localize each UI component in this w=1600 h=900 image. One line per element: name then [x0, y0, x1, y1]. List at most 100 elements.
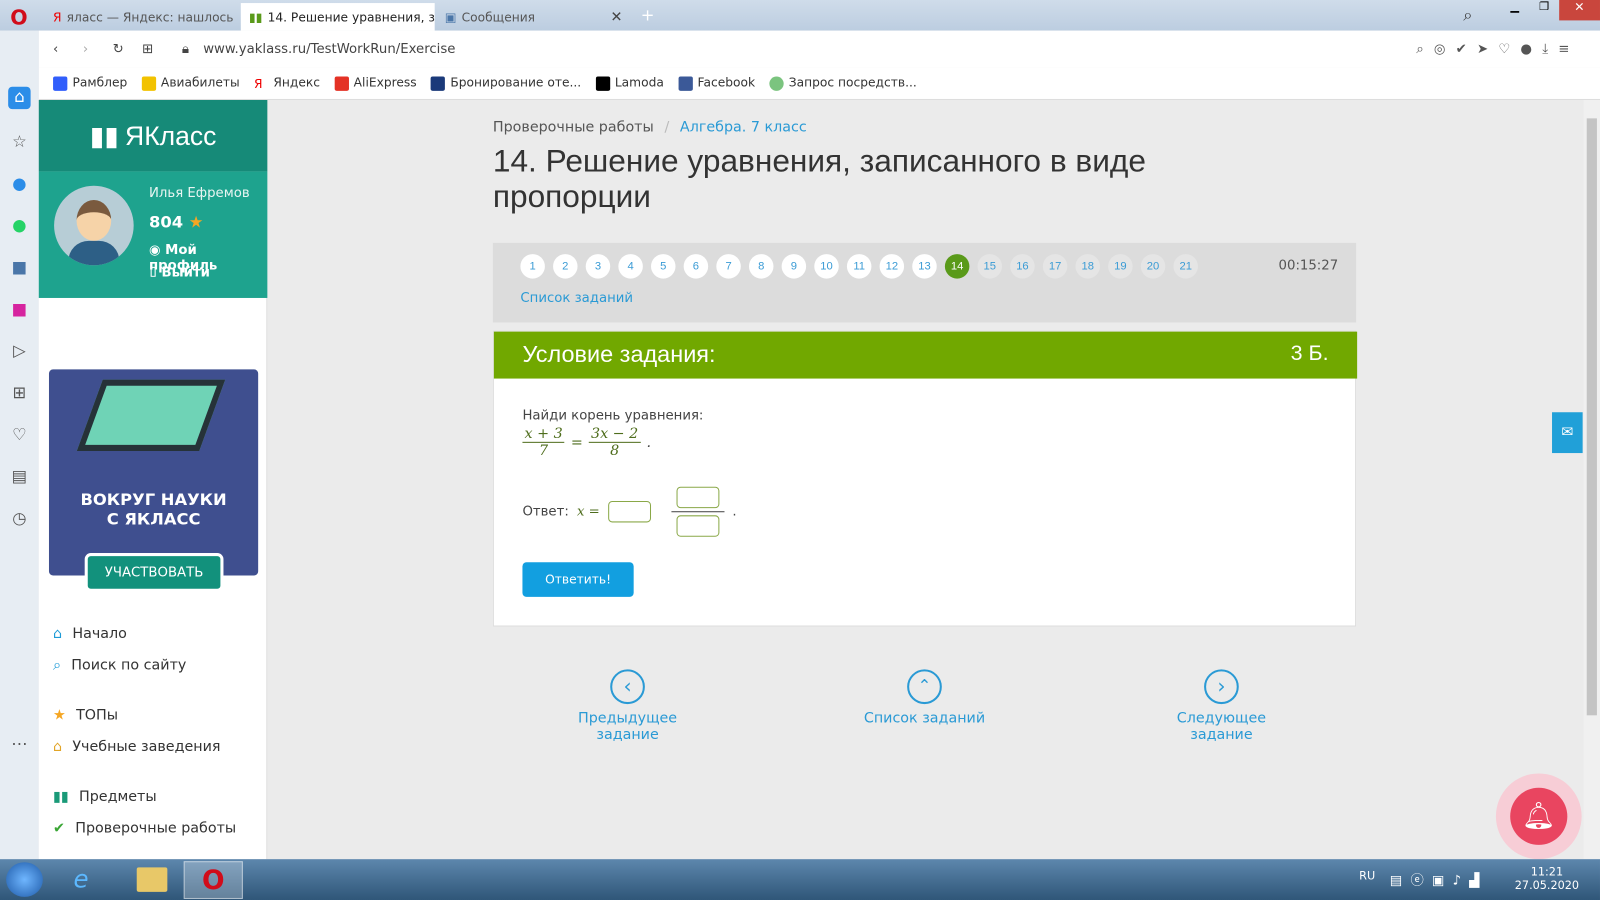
task-number-10[interactable]: 10: [814, 254, 839, 279]
nav-label: Проверочные работы: [75, 820, 237, 837]
nav-tests[interactable]: ✔ Проверочные работы: [53, 820, 236, 836]
task-number-12[interactable]: 12: [879, 254, 905, 279]
news-icon[interactable]: ▤: [12, 466, 27, 485]
forward-icon[interactable]: ›: [83, 41, 88, 56]
tray-icons[interactable]: ▤ⓔ▣♪▟: [1390, 869, 1488, 888]
points: 804 ★: [148, 212, 204, 232]
numerator-input[interactable]: [676, 486, 720, 509]
bookmark[interactable]: AliExpress: [334, 76, 417, 91]
task-number-16[interactable]: 16: [1010, 254, 1035, 279]
chevron-left-icon: ‹: [610, 669, 645, 705]
bookmark[interactable]: Авиабилеты: [141, 76, 240, 91]
task-number-3[interactable]: 3: [585, 254, 611, 279]
history-icon[interactable]: ◷: [12, 508, 26, 527]
nav-search[interactable]: ⌕ Поиск по сайту: [53, 657, 186, 673]
site-logo[interactable]: ▮▮ ЯКласс: [38, 99, 268, 172]
opera-logo-icon[interactable]: O: [10, 5, 27, 29]
promo-banner[interactable]: ВОКРУГ НАУКИ С ЯКЛАСС: [48, 369, 259, 576]
star-icon[interactable]: ☆: [12, 132, 27, 151]
messenger-icon[interactable]: ●: [12, 173, 26, 192]
whatsapp-icon[interactable]: ●: [12, 215, 26, 234]
close-icon[interactable]: ✕: [610, 9, 622, 25]
ie-icon[interactable]: e: [73, 865, 88, 894]
more-icon[interactable]: ⋯: [11, 734, 27, 753]
task-number-6[interactable]: 6: [683, 254, 709, 279]
back-icon[interactable]: ‹: [53, 41, 58, 56]
mail-feedback-button[interactable]: ✉: [1552, 412, 1583, 454]
url-field[interactable]: www.yaklass.ru/TestWorkRun/Exercise: [203, 41, 455, 56]
nav-schools[interactable]: ⌂ Учебные заведения: [53, 739, 220, 755]
equals-sign: =: [570, 434, 583, 451]
task-number-13[interactable]: 13: [912, 254, 937, 279]
send-icon[interactable]: ▷: [13, 341, 26, 360]
task-number-14[interactable]: 14: [944, 254, 970, 279]
task-number-2[interactable]: 2: [553, 254, 578, 279]
task-number-21[interactable]: 21: [1173, 254, 1198, 279]
task-number-17[interactable]: 17: [1042, 254, 1068, 279]
task-list-nav-link[interactable]: ⌃ Список заданий: [857, 669, 992, 727]
scrollbar[interactable]: [1583, 99, 1600, 860]
prev-task-link[interactable]: ‹ Предыдущее задание: [551, 669, 704, 743]
language-indicator[interactable]: RU: [1359, 869, 1375, 882]
nav-label: Начало: [72, 625, 127, 642]
date: 27.05.2020: [1514, 878, 1580, 892]
task-list-link[interactable]: Список заданий: [520, 291, 633, 306]
tab-messages[interactable]: ▣ Сообщения ✕: [437, 3, 631, 31]
opera-taskbar-icon[interactable]: O: [183, 861, 243, 899]
bookmark[interactable]: Я Яндекс: [254, 76, 320, 91]
tab-exercise[interactable]: ▮▮14. Решение уравнения, з✕: [240, 3, 435, 31]
start-button[interactable]: [6, 862, 43, 897]
breadcrumb-item[interactable]: Проверочные работы: [493, 119, 654, 135]
logout-link[interactable]: ⌷ Выйти: [149, 265, 210, 280]
task-number-18[interactable]: 18: [1075, 254, 1100, 279]
breadcrumb-item[interactable]: Алгебра. 7 класс: [680, 119, 807, 135]
speed-dial-icon[interactable]: ⊞: [142, 41, 153, 56]
grid-icon[interactable]: ⊞: [13, 383, 27, 402]
task-number-11[interactable]: 11: [846, 254, 872, 279]
windows-taskbar: e O RU ▤ⓔ▣♪▟ 11:21 27.05.2020: [0, 859, 1600, 900]
nav-subjects[interactable]: ▮▮ Предметы: [53, 789, 157, 805]
bookmark[interactable]: Facebook: [678, 76, 755, 91]
notification-button[interactable]: 🔔︎: [1495, 773, 1582, 860]
denominator-input[interactable]: [676, 515, 720, 537]
whole-part-input[interactable]: [607, 501, 651, 523]
task-number-15[interactable]: 15: [977, 254, 1003, 279]
next-task-link[interactable]: › Следующее задание: [1145, 669, 1298, 743]
search-icon: ⌕: [53, 657, 62, 674]
nav-tops[interactable]: ★ ТОПы: [53, 707, 118, 723]
home-icon: ⌂: [53, 625, 63, 642]
maximize-button[interactable]: ❐: [1529, 0, 1558, 20]
clock[interactable]: 11:21 27.05.2020: [1514, 865, 1579, 892]
task-number-5[interactable]: 5: [651, 254, 676, 279]
task-number-7[interactable]: 7: [716, 254, 741, 279]
star-icon: ★: [53, 707, 66, 724]
close-window-button[interactable]: ✕: [1558, 0, 1600, 21]
participate-button[interactable]: УЧАСТВОВАТЬ: [84, 553, 224, 592]
task-number-8[interactable]: 8: [748, 254, 774, 279]
tab-label: Сообщения: [461, 9, 536, 24]
bookmark[interactable]: Бронирование оте...: [430, 76, 581, 91]
minimize-button[interactable]: ▁: [1500, 0, 1529, 20]
home-icon[interactable]: ⌂: [8, 86, 31, 110]
toolbar-icons[interactable]: ⌕◎✔➤♡●⤓≡: [1416, 41, 1579, 56]
task-number-20[interactable]: 20: [1140, 254, 1166, 279]
vk-icon[interactable]: ■: [12, 257, 27, 276]
bookmark[interactable]: Lamoda: [595, 76, 664, 91]
search-icon[interactable]: ⌕: [1463, 5, 1472, 25]
submit-button[interactable]: Ответить!: [522, 562, 634, 597]
task-number-4[interactable]: 4: [618, 254, 643, 279]
task-number-1[interactable]: 1: [520, 254, 545, 279]
explorer-icon[interactable]: [136, 867, 168, 892]
new-tab-button[interactable]: +: [641, 5, 655, 24]
prev-task-label: Предыдущее задание: [577, 710, 678, 743]
task-number-9[interactable]: 9: [781, 254, 807, 279]
tab-yandex[interactable]: Яяласс — Яндекс: нашлось✕: [45, 3, 239, 31]
avatar[interactable]: [54, 185, 134, 266]
nav-home[interactable]: ⌂ Начало: [53, 626, 127, 642]
heart-icon[interactable]: ♡: [12, 424, 27, 443]
bookmark[interactable]: Рамблер: [53, 76, 127, 91]
reload-icon[interactable]: ↻: [113, 41, 124, 56]
task-number-19[interactable]: 19: [1108, 254, 1133, 279]
bookmark[interactable]: Запрос посредств...: [769, 76, 917, 91]
instagram-icon[interactable]: ■: [12, 299, 27, 318]
